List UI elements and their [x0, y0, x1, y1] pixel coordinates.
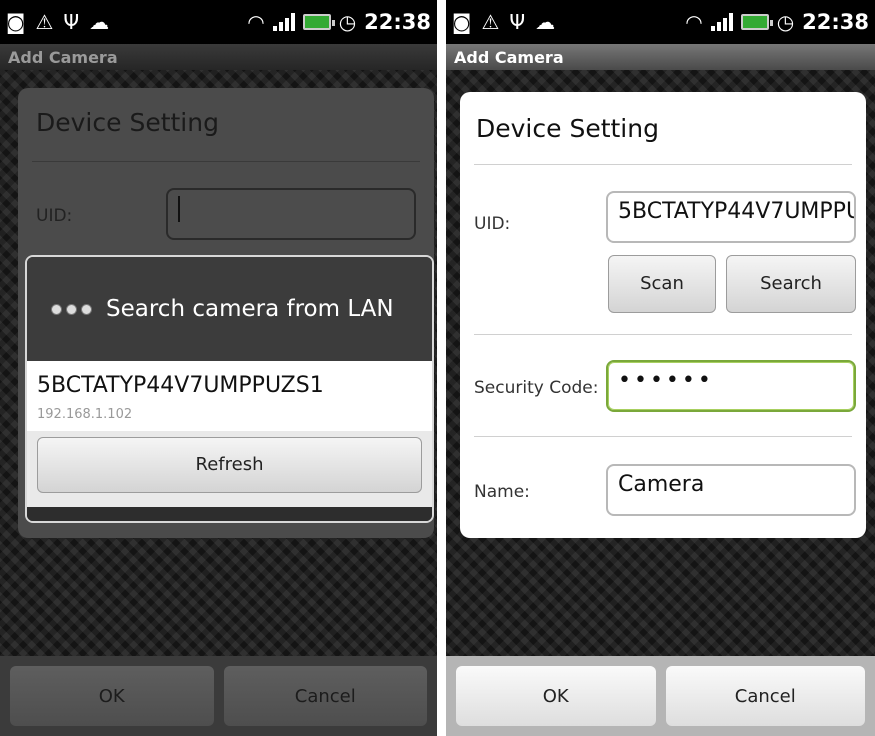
ok-button[interactable]: OK: [456, 666, 656, 726]
alarm-clock-icon: ◷: [338, 10, 357, 34]
usb-icon: Ψ: [63, 10, 80, 34]
warning-icon: ⚠: [481, 10, 500, 34]
result-ip: 192.168.1.102: [37, 407, 133, 422]
alarm-clock-icon: ◷: [776, 10, 795, 34]
uid-input[interactable]: 5BCTATYP44V7UMPPUZS1: [606, 191, 856, 243]
scan-button[interactable]: Scan: [608, 255, 716, 313]
result-uid: 5BCTATYP44V7UMPPUZS1: [37, 373, 324, 398]
clock: 22:38: [802, 10, 869, 34]
name-input[interactable]: Camera: [606, 464, 856, 516]
name-label: Name:: [474, 482, 530, 502]
alarm-badge-icon: ◙: [6, 10, 26, 34]
security-code-input[interactable]: ••••••: [606, 360, 856, 412]
divider: [474, 334, 852, 335]
status-bar: ◙ ⚠ Ψ ☁ ◠ ◷ 22:38: [446, 0, 875, 44]
divider: [474, 164, 852, 165]
divider: [32, 161, 420, 162]
uid-label: UID:: [474, 214, 511, 234]
signal-icon: [710, 13, 733, 31]
screen-separator: [437, 0, 446, 736]
weather-cloud-icon: ☁: [535, 10, 556, 34]
app-title: Add Camera: [446, 44, 875, 70]
popup-footer: [27, 507, 432, 521]
bottom-bar: OK Cancel: [0, 656, 437, 736]
refresh-button[interactable]: Refresh: [37, 437, 422, 493]
dialog-title: Device Setting: [476, 114, 659, 143]
bottom-bar: OK Cancel: [446, 656, 875, 736]
app-title: Add Camera: [0, 44, 437, 70]
search-button[interactable]: Search: [726, 255, 856, 313]
usb-icon: Ψ: [509, 10, 526, 34]
battery-charging-icon: [740, 14, 773, 30]
uid-label: UID:: [36, 206, 73, 226]
loading-spinner-icon: [51, 303, 92, 315]
wifi-icon: ◠: [247, 10, 265, 34]
dialog-title: Device Setting: [36, 108, 219, 137]
right-screen: ◙ ⚠ Ψ ☁ ◠ ◷ 22:38 Add Camera Device Sett…: [446, 0, 875, 736]
left-screen: ◙ ⚠ Ψ ☁ ◠ ◷ 22:38 Add Camera Device Sett…: [0, 0, 437, 736]
weather-cloud-icon: ☁: [89, 10, 110, 34]
clock: 22:38: [364, 10, 431, 34]
ok-button[interactable]: OK: [10, 666, 214, 726]
popup-title: Search camera from LAN: [106, 296, 394, 322]
uid-input[interactable]: [166, 188, 416, 240]
security-code-label: Security Code:: [474, 378, 599, 398]
cancel-button[interactable]: Cancel: [665, 666, 865, 726]
popup-header: Search camera from LAN: [27, 257, 432, 361]
status-bar: ◙ ⚠ Ψ ☁ ◠ ◷ 22:38: [0, 0, 437, 44]
battery-charging-icon: [302, 14, 335, 30]
text-cursor: [178, 196, 180, 222]
cancel-button[interactable]: Cancel: [223, 666, 427, 726]
device-setting-dialog: Device Setting UID: 5BCTATYP44V7UMPPUZS1…: [460, 92, 866, 538]
signal-icon: [272, 13, 295, 31]
warning-icon: ⚠: [35, 10, 54, 34]
divider: [474, 436, 852, 437]
wifi-icon: ◠: [685, 10, 703, 34]
camera-result-item[interactable]: 5BCTATYP44V7UMPPUZS1 192.168.1.102: [27, 361, 432, 431]
alarm-badge-icon: ◙: [452, 10, 472, 34]
lan-search-popup: Search camera from LAN 5BCTATYP44V7UMPPU…: [25, 255, 434, 523]
popup-button-area: Refresh: [27, 431, 432, 507]
